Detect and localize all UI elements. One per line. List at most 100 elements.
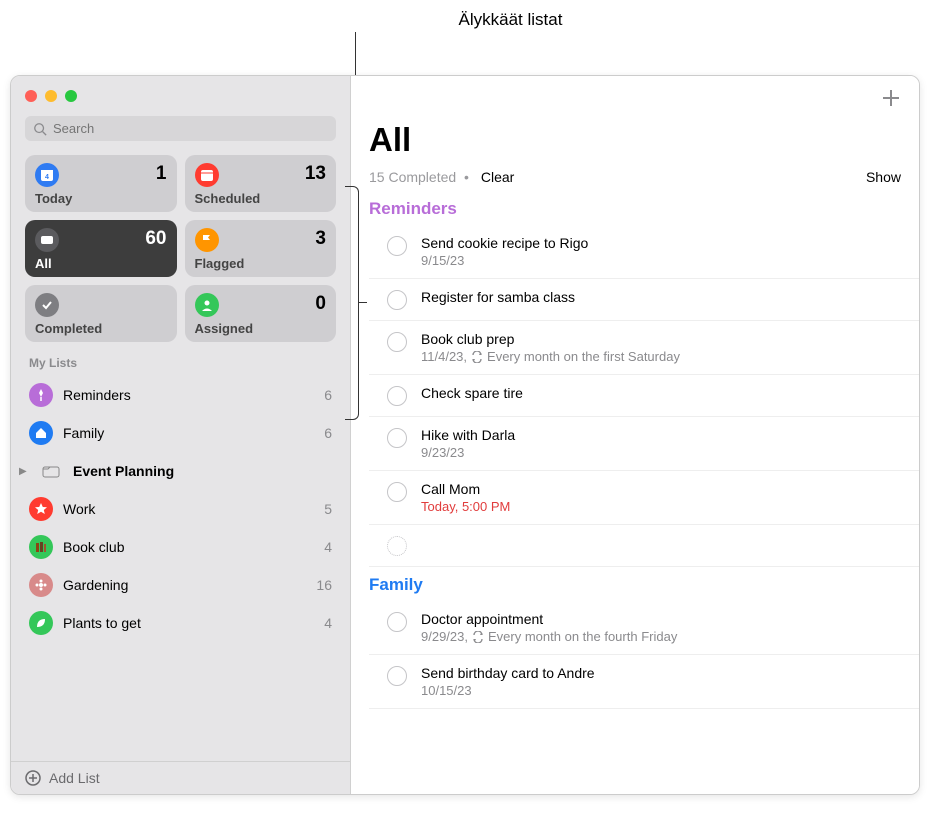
smart-list-label: Today bbox=[35, 191, 167, 206]
all-icon bbox=[35, 228, 59, 252]
window-controls bbox=[11, 76, 350, 112]
reminder-checkbox[interactable] bbox=[387, 482, 407, 502]
reminder-row[interactable]: Send cookie recipe to Rigo9/15/23 bbox=[369, 225, 919, 279]
completed-count: 15 Completed bbox=[369, 169, 456, 185]
list-name: Plants to get bbox=[63, 615, 314, 631]
scheduled-icon bbox=[195, 163, 219, 187]
close-button[interactable] bbox=[25, 90, 37, 102]
my-lists-heading: My Lists bbox=[11, 352, 350, 376]
reminder-checkbox[interactable] bbox=[387, 666, 407, 686]
section-header-family[interactable]: Family bbox=[351, 567, 919, 601]
reminder-checkbox[interactable] bbox=[387, 428, 407, 448]
clear-button[interactable]: Clear bbox=[481, 169, 514, 185]
books-icon bbox=[29, 535, 53, 559]
chevron-right-icon[interactable]: ▶ bbox=[19, 466, 29, 477]
smart-list-label: Scheduled bbox=[195, 191, 327, 206]
list-item[interactable]: ▶ Event Planning bbox=[11, 452, 350, 490]
add-list-label: Add List bbox=[49, 770, 100, 786]
smart-list-count: 60 bbox=[145, 228, 166, 250]
list-name: Book club bbox=[63, 539, 314, 555]
reminder-row[interactable]: Register for samba class bbox=[369, 279, 919, 321]
add-list-button[interactable]: Add List bbox=[11, 761, 350, 794]
flagged-icon bbox=[195, 228, 219, 252]
reminder-row[interactable]: Book club prep 11/4/23, Every month on th… bbox=[369, 321, 919, 375]
list-count: 16 bbox=[316, 577, 332, 593]
my-lists-container: Reminders6Family6▶Event PlanningWork5Boo… bbox=[11, 376, 350, 761]
list-count: 4 bbox=[324, 539, 332, 555]
reminder-row[interactable]: Check spare tire bbox=[369, 375, 919, 417]
smart-list-label: Assigned bbox=[195, 321, 327, 336]
star-icon bbox=[29, 497, 53, 521]
pin-icon bbox=[29, 383, 53, 407]
list-name: Gardening bbox=[63, 577, 306, 593]
list-item[interactable]: Reminders 6 bbox=[11, 376, 350, 414]
folder-icon bbox=[39, 459, 63, 483]
annotation-label: Älykkäät listat bbox=[100, 10, 921, 30]
new-reminder-button[interactable] bbox=[881, 88, 901, 113]
reminder-row[interactable]: Send birthday card to Andre 10/15/23 bbox=[369, 655, 919, 709]
list-item[interactable]: Plants to get 4 bbox=[11, 604, 350, 642]
repeat-icon bbox=[471, 351, 483, 363]
reminder-row[interactable] bbox=[369, 525, 919, 567]
reminder-subtitle: 9/23/23 bbox=[421, 445, 901, 460]
reminder-title: Call Mom bbox=[421, 481, 901, 497]
reminder-checkbox[interactable] bbox=[387, 386, 407, 406]
minimize-button[interactable] bbox=[45, 90, 57, 102]
reminder-subtitle: 10/15/23 bbox=[421, 683, 901, 698]
maximize-button[interactable] bbox=[65, 90, 77, 102]
today-icon: 4 bbox=[35, 163, 59, 187]
plus-circle-icon bbox=[25, 770, 41, 786]
reminder-checkbox[interactable] bbox=[387, 612, 407, 632]
search-icon bbox=[33, 122, 47, 136]
reminder-subtitle: 11/4/23, Every month on the first Saturd… bbox=[421, 349, 901, 364]
search-input[interactable] bbox=[53, 121, 328, 136]
smart-list-completed[interactable]: Completed bbox=[25, 285, 177, 342]
list-count: 6 bbox=[324, 425, 332, 441]
house-icon bbox=[29, 421, 53, 445]
reminder-row[interactable]: Call MomToday, 5:00 PM bbox=[369, 471, 919, 525]
smart-list-flagged[interactable]: 3 Flagged bbox=[185, 220, 337, 277]
smart-list-assigned[interactable]: 0Assigned bbox=[185, 285, 337, 342]
section-header-reminders[interactable]: Reminders bbox=[351, 191, 919, 225]
list-name: Reminders bbox=[63, 387, 314, 403]
reminder-row[interactable]: Doctor appointment 9/29/23, Every month o… bbox=[369, 601, 919, 655]
list-item[interactable]: Gardening 16 bbox=[11, 566, 350, 604]
plus-icon bbox=[881, 88, 901, 108]
list-count: 6 bbox=[324, 387, 332, 403]
reminder-title: Check spare tire bbox=[421, 385, 901, 401]
reminder-sections: RemindersSend cookie recipe to Rigo9/15/… bbox=[351, 191, 919, 709]
reminder-title: Doctor appointment bbox=[421, 611, 901, 627]
reminder-title: Send birthday card to Andre bbox=[421, 665, 901, 681]
reminder-checkbox[interactable] bbox=[387, 290, 407, 310]
list-count: 4 bbox=[324, 615, 332, 631]
smart-lists-grid: 4 1 Today 13 Scheduled 60All 3 Flagged Completed… bbox=[11, 151, 350, 352]
assigned-icon bbox=[195, 293, 219, 317]
smart-list-all[interactable]: 60All bbox=[25, 220, 177, 277]
list-name: Event Planning bbox=[73, 463, 322, 479]
smart-list-count: 13 bbox=[305, 163, 326, 185]
annotation-callout-line bbox=[355, 32, 356, 77]
reminder-checkbox[interactable] bbox=[387, 332, 407, 352]
reminder-checkbox[interactable] bbox=[387, 236, 407, 256]
list-item[interactable]: Family6 bbox=[11, 414, 350, 452]
search-box[interactable] bbox=[25, 116, 336, 141]
smart-list-count: 1 bbox=[156, 163, 167, 185]
reminder-subtitle: 9/29/23, Every month on the fourth Frida… bbox=[421, 629, 901, 644]
list-item[interactable]: Book club 4 bbox=[11, 528, 350, 566]
list-item[interactable]: Work5 bbox=[11, 490, 350, 528]
annotation-bracket-tick bbox=[359, 302, 367, 303]
reminder-subtitle: 9/15/23 bbox=[421, 253, 901, 268]
reminder-row[interactable]: Hike with Darla9/23/23 bbox=[369, 417, 919, 471]
smart-list-count: 3 bbox=[315, 228, 326, 250]
smart-list-scheduled[interactable]: 13 Scheduled bbox=[185, 155, 337, 212]
repeat-icon bbox=[472, 631, 484, 643]
show-button[interactable]: Show bbox=[866, 169, 901, 185]
completed-bar: 15 Completed • Clear Show bbox=[351, 169, 919, 191]
smart-list-today[interactable]: 4 1 Today bbox=[25, 155, 177, 212]
svg-text:4: 4 bbox=[45, 174, 49, 181]
smart-list-label: Flagged bbox=[195, 256, 327, 271]
list-name: Work bbox=[63, 501, 314, 517]
smart-list-label: Completed bbox=[35, 321, 167, 336]
reminder-title: Book club prep bbox=[421, 331, 901, 347]
reminder-checkbox[interactable] bbox=[387, 536, 407, 556]
